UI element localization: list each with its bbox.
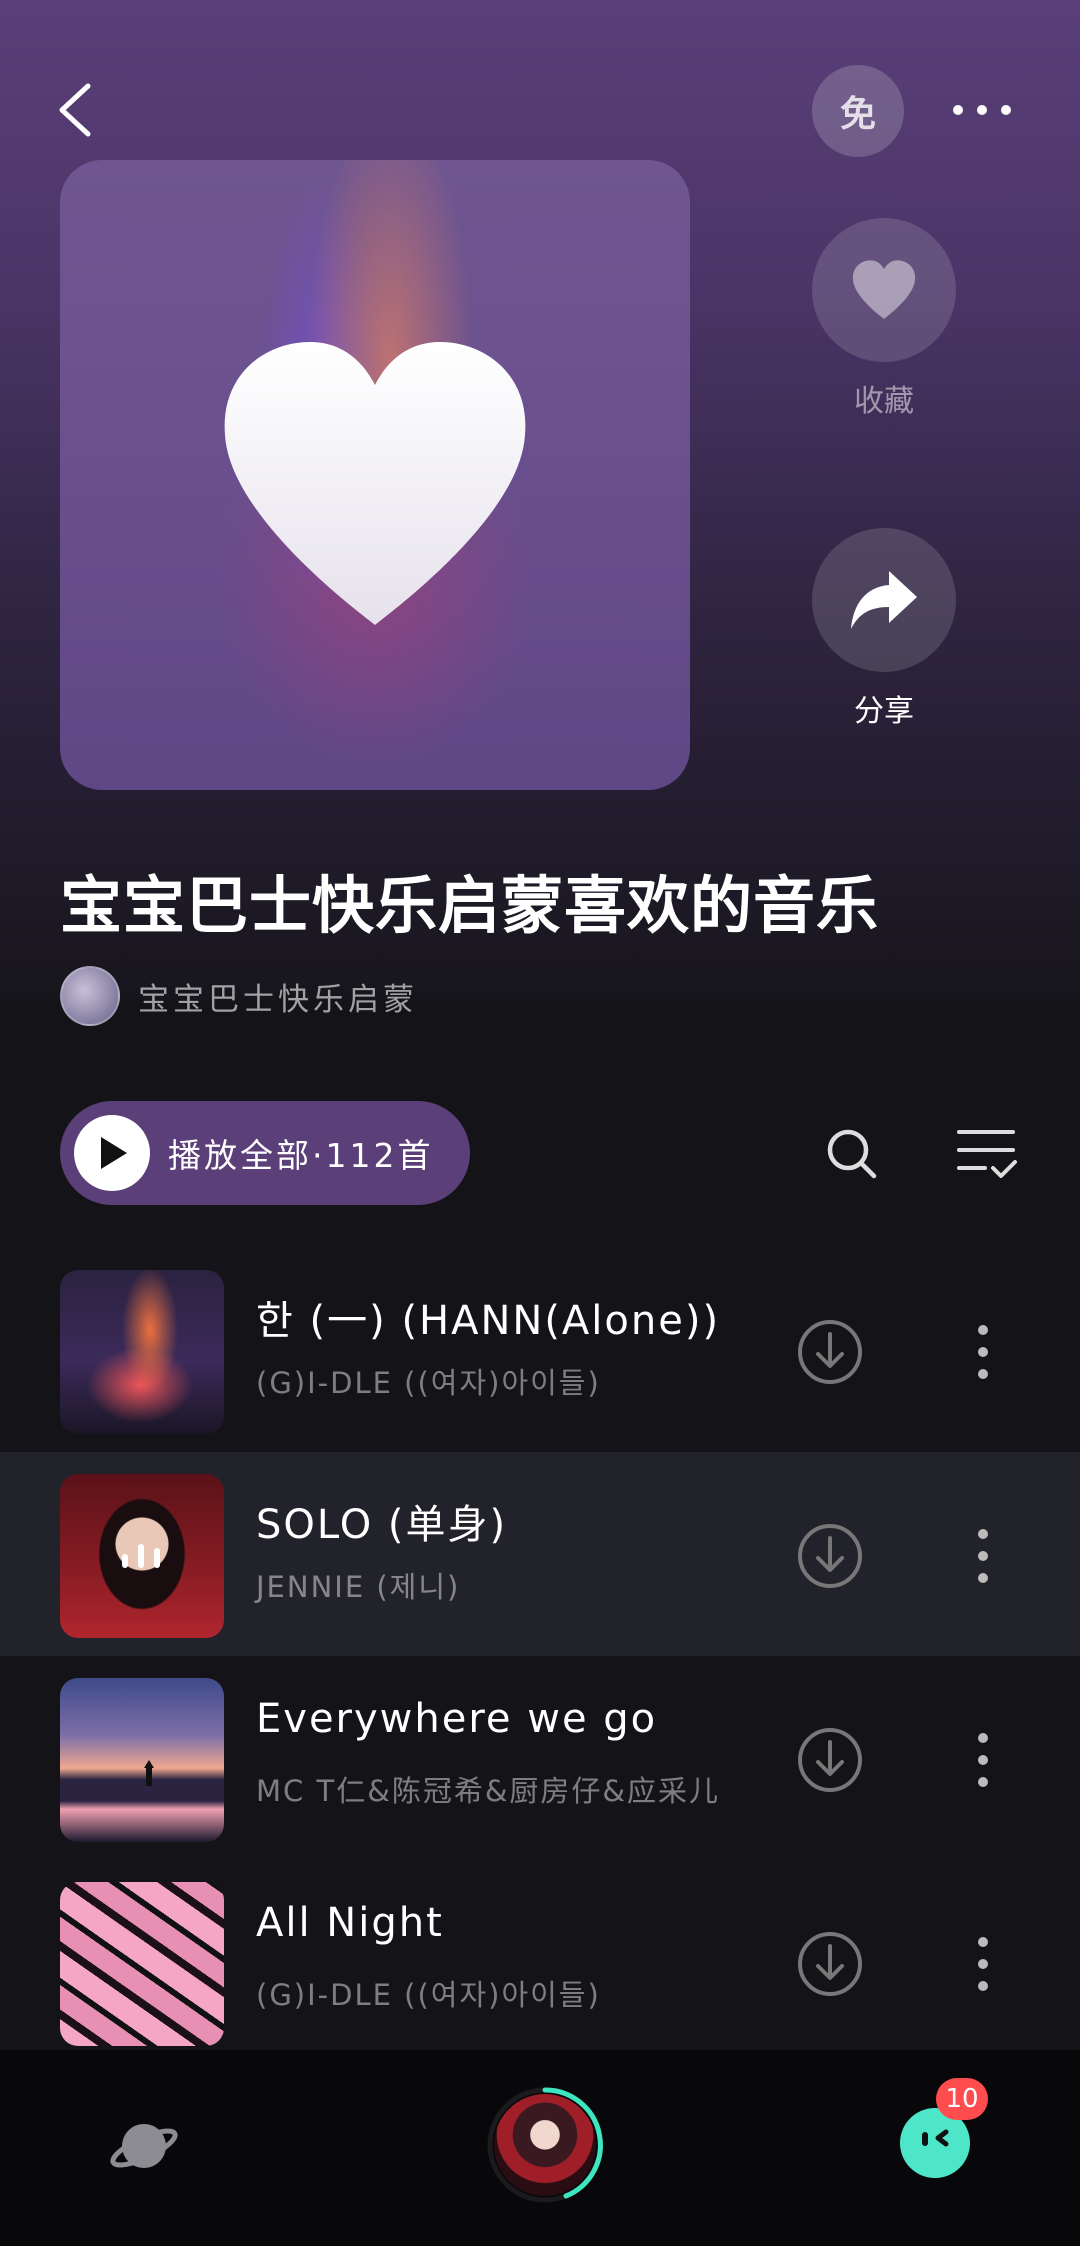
- progress-ring: [487, 2087, 603, 2203]
- free-mode-button[interactable]: 免: [812, 65, 904, 157]
- song-row[interactable]: All Night (G)I-DLE ((여자)아이들): [0, 1860, 1080, 2064]
- play-icon: [74, 1115, 150, 1191]
- song-title: SOLO (单身): [256, 1502, 508, 1548]
- album-art: [60, 1678, 224, 1842]
- song-artist: (G)I-DLE ((여자)아이들): [256, 1978, 601, 2012]
- song-title: 한 (一) (HANN(Alone)): [256, 1298, 721, 1344]
- more-vertical-icon: [978, 1937, 988, 1991]
- download-icon: [798, 1320, 862, 1384]
- favorite-button[interactable]: [812, 218, 956, 362]
- play-all-button[interactable]: 播放全部·112首: [60, 1101, 470, 1205]
- share-button[interactable]: [812, 528, 956, 672]
- creator-name[interactable]: 宝宝巴士快乐启蒙: [138, 974, 418, 1019]
- album-art: [60, 1270, 224, 1434]
- song-title: Everywhere we go: [256, 1696, 658, 1742]
- nav-discover-button[interactable]: [108, 2110, 180, 2182]
- more-vertical-icon: [978, 1529, 988, 1583]
- search-button[interactable]: [824, 1126, 880, 1182]
- playlist-cover: [60, 160, 690, 790]
- notification-badge: 10: [936, 2078, 988, 2120]
- song-artist: JENNIE (제니): [256, 1570, 461, 1604]
- album-art: [60, 1882, 224, 2046]
- song-artist: MC T仁&陈冠希&厨房仔&应采儿: [256, 1774, 721, 1808]
- now-playing-button[interactable]: [486, 2086, 604, 2204]
- download-icon: [798, 1728, 862, 1792]
- download-button[interactable]: [796, 1318, 864, 1386]
- more-vertical-icon: [978, 1733, 988, 1787]
- album-art: [60, 1474, 224, 1638]
- song-row[interactable]: 한 (一) (HANN(Alone)) (G)I-DLE ((여자)아이들): [0, 1248, 1080, 1452]
- song-artist: (G)I-DLE ((여자)아이들): [256, 1366, 601, 1400]
- avatar[interactable]: [60, 966, 120, 1026]
- song-title: All Night: [256, 1900, 444, 1946]
- favorite-label: 收藏: [854, 384, 914, 419]
- download-icon: [798, 1524, 862, 1588]
- download-button[interactable]: [796, 1522, 864, 1590]
- creator-row[interactable]: 宝宝巴士快乐启蒙: [60, 966, 418, 1026]
- download-button[interactable]: [796, 1930, 864, 1998]
- bottom-nav: 10: [0, 2050, 1080, 2246]
- search-icon: [827, 1129, 877, 1179]
- song-row[interactable]: Everywhere we go MC T仁&陈冠希&厨房仔&应采儿: [0, 1656, 1080, 1860]
- share-label: 分享: [854, 694, 914, 729]
- list-check-icon: [957, 1130, 1017, 1178]
- play-all-label: 播放全部·112首: [168, 1136, 434, 1175]
- more-options-button[interactable]: [950, 90, 1014, 130]
- song-more-button[interactable]: [968, 1726, 998, 1794]
- planet-icon: [110, 2124, 178, 2168]
- download-button[interactable]: [796, 1726, 864, 1794]
- share-arrow-icon: [851, 571, 917, 629]
- song-more-button[interactable]: [968, 1930, 998, 1998]
- download-icon: [798, 1932, 862, 1996]
- playlist-title: 宝宝巴士快乐启蒙喜欢的音乐: [60, 869, 880, 942]
- song-more-button[interactable]: [968, 1318, 998, 1386]
- back-button[interactable]: [50, 80, 110, 140]
- equalizer-icon: [122, 1544, 160, 1568]
- more-vertical-icon: [978, 1325, 988, 1379]
- heart-icon: [852, 260, 916, 319]
- song-more-button[interactable]: [968, 1522, 998, 1590]
- chevron-left-icon: [59, 83, 91, 137]
- more-horizontal-icon: [953, 105, 1011, 115]
- song-row-playing[interactable]: SOLO (单身) JENNIE (제니): [0, 1452, 1080, 1656]
- heart-icon: [224, 342, 526, 625]
- manage-list-button[interactable]: [955, 1122, 1017, 1184]
